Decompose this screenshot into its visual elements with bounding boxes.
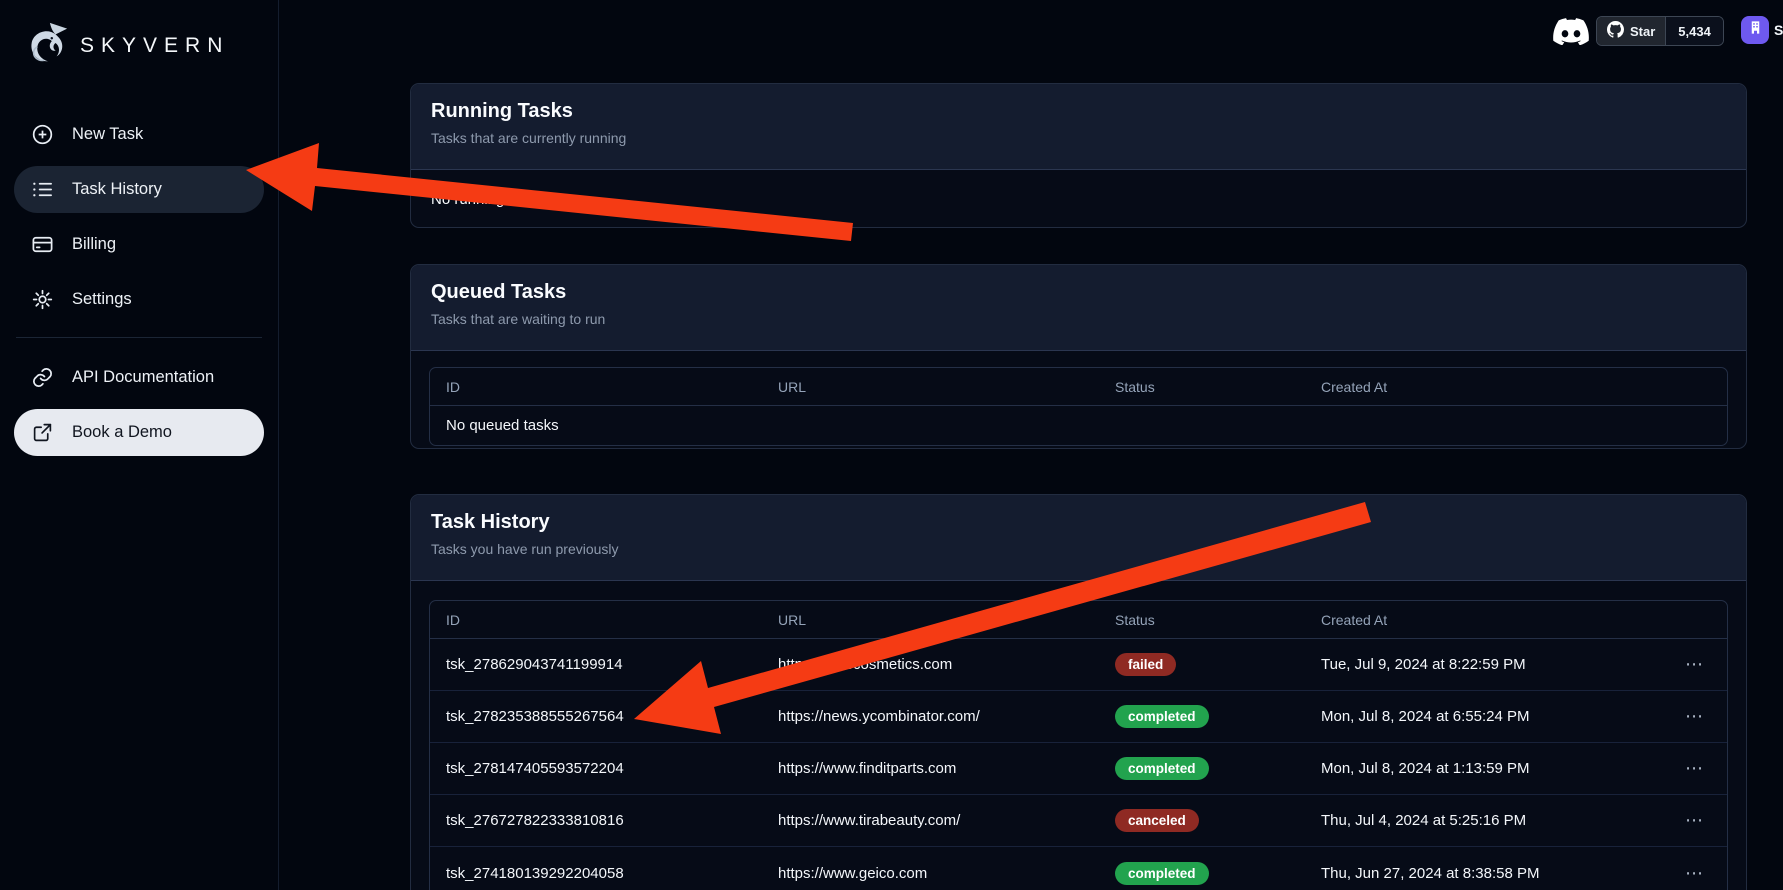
running-tasks-header: Running Tasks Tasks that are currently r… bbox=[411, 84, 1746, 170]
plus-circle-icon bbox=[30, 123, 54, 147]
sidebar-item-label: New Task bbox=[72, 125, 143, 144]
organization-name: Sk bbox=[1774, 22, 1783, 38]
task-id: tsk_274180139292204058 bbox=[430, 865, 762, 882]
status-badge: completed bbox=[1115, 757, 1209, 780]
task-history-card: Task History Tasks you have run previous… bbox=[410, 494, 1747, 890]
running-tasks-card: Running Tasks Tasks that are currently r… bbox=[410, 83, 1747, 228]
status-badge: completed bbox=[1115, 862, 1209, 885]
credit-card-icon bbox=[30, 233, 54, 257]
task-url: https://www.finditparts.com bbox=[762, 760, 1099, 777]
task-url: https://www.geico.com bbox=[762, 865, 1099, 882]
brand-name: SKYVERN bbox=[80, 34, 229, 58]
column-header-url: URL bbox=[762, 379, 1099, 395]
queued-tasks-subtitle: Tasks that are waiting to run bbox=[431, 311, 1726, 327]
task-created-at: Thu, Jul 4, 2024 at 5:25:16 PM bbox=[1305, 812, 1672, 829]
queued-tasks-table-header: ID URL Status Created At bbox=[430, 368, 1727, 406]
sidebar-item-label: Task History bbox=[72, 180, 162, 199]
column-header-url: URL bbox=[762, 612, 1099, 628]
task-url: https://tartecosmetics.com bbox=[762, 656, 1099, 673]
github-icon bbox=[1607, 21, 1624, 41]
status-badge: canceled bbox=[1115, 809, 1199, 832]
sidebar-item-settings[interactable]: Settings bbox=[14, 276, 264, 323]
sidebar-item-billing[interactable]: Billing bbox=[14, 221, 264, 268]
task-created-at: Thu, Jun 27, 2024 at 8:38:58 PM bbox=[1305, 865, 1672, 882]
task-history-title: Task History bbox=[431, 511, 1726, 534]
task-created-at: Mon, Jul 8, 2024 at 1:13:59 PM bbox=[1305, 760, 1672, 777]
task-row[interactable]: tsk_274180139292204058 https://www.geico… bbox=[430, 847, 1727, 890]
running-tasks-title: Running Tasks bbox=[431, 100, 1726, 123]
column-header-id: ID bbox=[430, 612, 762, 628]
column-header-created-at: Created At bbox=[1305, 379, 1672, 395]
discord-icon[interactable] bbox=[1553, 18, 1589, 45]
book-a-demo-button[interactable]: Book a Demo bbox=[14, 409, 264, 456]
task-history-header: Task History Tasks you have run previous… bbox=[411, 495, 1746, 581]
external-link-icon bbox=[30, 421, 54, 445]
sidebar-item-label: API Documentation bbox=[72, 368, 214, 387]
status-badge: completed bbox=[1115, 705, 1209, 728]
row-actions-ellipsis-icon[interactable]: ⋯ bbox=[1685, 654, 1727, 675]
queued-tasks-table: ID URL Status Created At No queued tasks bbox=[429, 367, 1728, 446]
task-row[interactable]: tsk_278235388555267564 https://news.ycom… bbox=[430, 691, 1727, 743]
task-history-table: ID URL Status Created At tsk_27862904374… bbox=[429, 600, 1728, 890]
sidebar: SKYVERN New Task Task History bbox=[0, 0, 279, 890]
status-badge: failed bbox=[1115, 653, 1176, 676]
gear-icon bbox=[30, 288, 54, 312]
task-url: https://www.tirabeauty.com/ bbox=[762, 812, 1099, 829]
topbar: Star 5,434 Sk bbox=[279, 0, 1783, 60]
task-row[interactable]: tsk_276727822333810816 https://www.tirab… bbox=[430, 795, 1727, 847]
github-star-count: 5,434 bbox=[1665, 17, 1723, 45]
no-running-tasks-text: No running tasks bbox=[411, 170, 1746, 228]
column-header-id: ID bbox=[430, 379, 762, 395]
building-icon bbox=[1748, 20, 1763, 40]
task-id: tsk_278235388555267564 bbox=[430, 708, 762, 725]
sidebar-item-label: Settings bbox=[72, 290, 132, 309]
sidebar-item-api-documentation[interactable]: API Documentation bbox=[14, 354, 264, 401]
task-created-at: Mon, Jul 8, 2024 at 6:55:24 PM bbox=[1305, 708, 1672, 725]
column-header-status: Status bbox=[1099, 379, 1305, 395]
running-tasks-subtitle: Tasks that are currently running bbox=[431, 130, 1726, 146]
sidebar-item-new-task[interactable]: New Task bbox=[14, 111, 264, 158]
row-actions-ellipsis-icon[interactable]: ⋯ bbox=[1685, 758, 1727, 779]
dragon-logo-icon bbox=[24, 20, 70, 71]
organization-avatar[interactable] bbox=[1741, 16, 1769, 44]
column-header-status: Status bbox=[1099, 612, 1305, 628]
sidebar-item-label: Book a Demo bbox=[72, 423, 172, 442]
brand-logo[interactable]: SKYVERN bbox=[14, 14, 264, 89]
task-row[interactable]: tsk_278147405593572204 https://www.findi… bbox=[430, 743, 1727, 795]
list-icon bbox=[30, 178, 54, 202]
github-star-button[interactable]: Star 5,434 bbox=[1596, 16, 1724, 46]
queued-tasks-title: Queued Tasks bbox=[431, 281, 1726, 304]
queued-tasks-card: Queued Tasks Tasks that are waiting to r… bbox=[410, 264, 1747, 449]
task-row[interactable]: tsk_278629043741199914 https://tartecosm… bbox=[430, 639, 1727, 691]
task-id: tsk_278147405593572204 bbox=[430, 760, 762, 777]
task-url: https://news.ycombinator.com/ bbox=[762, 708, 1099, 725]
row-actions-ellipsis-icon[interactable]: ⋯ bbox=[1685, 706, 1727, 727]
sidebar-item-label: Billing bbox=[72, 235, 116, 254]
row-actions-ellipsis-icon[interactable]: ⋯ bbox=[1685, 810, 1727, 831]
skyvern-dashboard: SKYVERN New Task Task History bbox=[0, 0, 1783, 890]
link-icon bbox=[30, 366, 54, 390]
task-history-table-header: ID URL Status Created At bbox=[430, 601, 1727, 639]
github-star-label: Star bbox=[1630, 24, 1655, 39]
task-created-at: Tue, Jul 9, 2024 at 8:22:59 PM bbox=[1305, 656, 1672, 673]
queued-tasks-empty-row: No queued tasks bbox=[430, 406, 1727, 445]
task-history-subtitle: Tasks you have run previously bbox=[431, 541, 1726, 557]
row-actions-ellipsis-icon[interactable]: ⋯ bbox=[1685, 863, 1727, 884]
sidebar-divider bbox=[16, 337, 262, 338]
task-id: tsk_278629043741199914 bbox=[430, 656, 762, 673]
column-header-created-at: Created At bbox=[1305, 612, 1672, 628]
task-id: tsk_276727822333810816 bbox=[430, 812, 762, 829]
sidebar-item-task-history[interactable]: Task History bbox=[14, 166, 264, 213]
no-queued-tasks-text: No queued tasks bbox=[430, 417, 1727, 434]
queued-tasks-header: Queued Tasks Tasks that are waiting to r… bbox=[411, 265, 1746, 351]
